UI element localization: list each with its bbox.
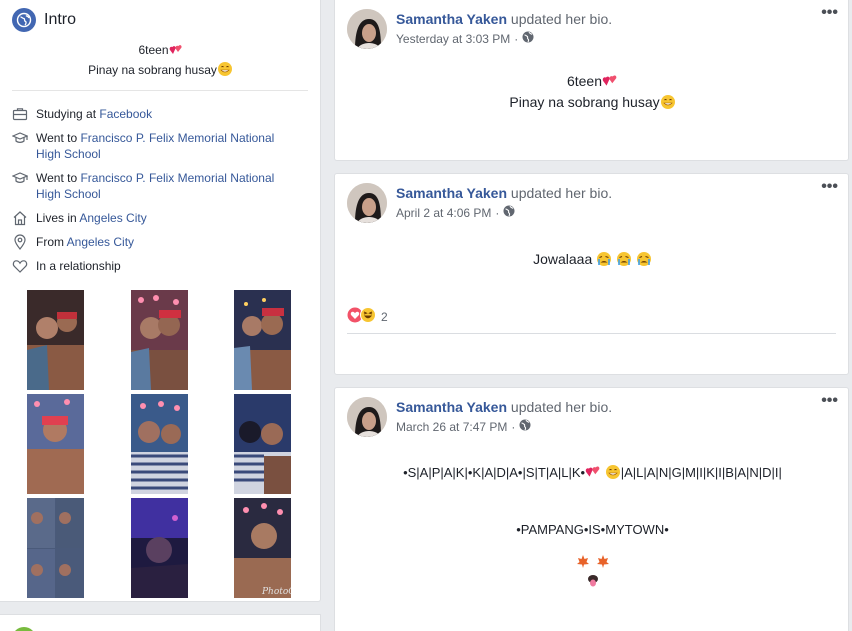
author-link[interactable]: Samantha Yaken	[396, 11, 507, 27]
avatar[interactable]	[347, 9, 387, 49]
next-section-card	[0, 614, 321, 631]
featured-photo[interactable]	[27, 394, 84, 494]
post-timestamp[interactable]: Yesterday at 3:03 PM	[396, 32, 510, 46]
grinning-emoji-icon	[605, 464, 621, 485]
post-action-text: updated her bio.	[510, 399, 613, 415]
featured-photo[interactable]	[234, 394, 291, 494]
public-globe-icon	[522, 31, 534, 46]
featured-photo[interactable]	[131, 394, 188, 494]
intro-title: Intro	[44, 11, 77, 28]
featured-photo[interactable]	[234, 290, 291, 390]
post-options-button[interactable]: •••	[821, 4, 838, 22]
relationship-text: In a relationship	[36, 259, 121, 273]
section-badge-icon	[12, 627, 36, 631]
grinning-emoji-icon	[217, 61, 233, 81]
avatar[interactable]	[347, 183, 387, 223]
reaction-count: 2	[381, 309, 388, 324]
post-timestamp[interactable]: April 2 at 4:06 PM	[396, 206, 491, 220]
post-body-line-2: Pinay na sobrang husay	[509, 94, 660, 110]
post-meta: April 2 at 4:06 PM ·	[396, 205, 515, 220]
post-options-button[interactable]: •••	[821, 178, 838, 196]
public-globe-icon	[503, 205, 515, 220]
heart-icon	[12, 258, 28, 274]
two-hearts-emoji-icon	[169, 43, 183, 61]
bio-line-1: 6teen	[138, 43, 169, 57]
crying-emoji-icon	[636, 251, 652, 271]
intro-card: Intro 6teen Pinay na sobrang husay Study…	[0, 0, 321, 602]
featured-photo[interactable]	[131, 290, 188, 390]
post-options-button[interactable]: •••	[821, 392, 838, 410]
facebook-link[interactable]: Facebook	[99, 107, 152, 121]
info-prefix: Went to	[36, 171, 81, 185]
post-meta: March 26 at 7:47 PM ·	[396, 419, 531, 434]
graduation-cap-icon	[12, 130, 28, 146]
featured-photo[interactable]	[131, 498, 188, 598]
post-action-text: updated her bio.	[510, 11, 613, 27]
lives-in-link[interactable]: Angeles City	[79, 211, 146, 225]
info-prefix: Went to	[36, 131, 81, 145]
crying-emoji-icon	[596, 251, 612, 271]
featured-photo[interactable]	[27, 290, 84, 390]
avatar[interactable]	[347, 397, 387, 437]
intro-header: Intro	[12, 8, 76, 32]
post-body-line-1: Jowalaaa	[533, 251, 593, 267]
info-relationship: In a relationship	[12, 258, 302, 274]
info-from: From Angeles City	[12, 234, 302, 250]
briefcase-icon	[12, 106, 28, 122]
post-meta: Yesterday at 3:03 PM ·	[396, 31, 534, 46]
featured-photos-grid: PhotoGrid	[27, 290, 292, 598]
haha-reaction-icon	[360, 307, 376, 326]
featured-photo[interactable]	[27, 498, 84, 598]
post-header: Samantha Yaken updated her bio.	[396, 185, 612, 201]
intro-bio: 6teen Pinay na sobrang husay	[0, 42, 321, 81]
info-school-1: Went to Francisco P. Felix Memorial Nati…	[12, 130, 302, 162]
bio-post: Samantha Yaken updated her bio. March 26…	[334, 387, 849, 631]
bio-post: Samantha Yaken updated her bio. Yesterda…	[334, 0, 849, 161]
info-school-2: Went to Francisco P. Felix Memorial Nati…	[12, 170, 302, 202]
home-icon	[12, 210, 28, 226]
photogrid-watermark: PhotoGrid	[261, 587, 291, 597]
grinning-emoji-icon	[660, 94, 676, 114]
post-header: Samantha Yaken updated her bio.	[396, 11, 612, 27]
two-hearts-emoji-icon	[602, 73, 618, 93]
intro-divider	[12, 90, 308, 91]
post-body-line-1b: |A|L|A|N|G|M|I|K|I|B|A|N|D|I|	[620, 465, 782, 480]
info-prefix: Lives in	[36, 211, 80, 225]
crying-emoji-icon	[616, 251, 632, 271]
graduation-cap-icon	[12, 170, 28, 186]
post-body: •S|A|P|A|K|•K|A|D|A•|S|T|A|L|K• |A|L|A|N…	[335, 464, 850, 594]
post-body: 6teen Pinay na sobrang husay	[335, 72, 850, 114]
globe-icon	[12, 8, 36, 32]
post-header: Samantha Yaken updated her bio.	[396, 399, 612, 415]
intro-info-list: Studying at Facebook Went to Francisco P…	[12, 106, 302, 282]
featured-photo[interactable]: PhotoGrid	[234, 498, 291, 598]
two-hearts-emoji-icon	[585, 464, 601, 485]
post-body-line-1a: •S|A|P|A|K|•K|A|D|A•|S|T|A|L|K•	[403, 465, 586, 480]
post-body-line-2: •PAMPANG•IS•MYTOWN•	[516, 522, 669, 537]
map-pin-icon	[12, 234, 28, 250]
bio-post: Samantha Yaken updated her bio. April 2 …	[334, 173, 849, 375]
post-body: Jowalaaa	[335, 250, 850, 271]
info-lives-in: Lives in Angeles City	[12, 210, 302, 226]
reaction-divider	[347, 333, 836, 334]
public-globe-icon	[519, 419, 531, 434]
post-action-text: updated her bio.	[510, 185, 613, 201]
reactions-summary[interactable]: 2	[347, 307, 388, 326]
maple-face-emoji-icon	[335, 553, 850, 594]
bio-line-2: Pinay na sobrang husay	[88, 63, 217, 77]
info-studying: Studying at Facebook	[12, 106, 302, 122]
post-body-line-1: 6teen	[566, 73, 603, 89]
author-link[interactable]: Samantha Yaken	[396, 399, 507, 415]
author-link[interactable]: Samantha Yaken	[396, 185, 507, 201]
info-prefix: From	[36, 235, 67, 249]
from-link[interactable]: Angeles City	[67, 235, 134, 249]
info-prefix: Studying at	[36, 107, 100, 121]
post-timestamp[interactable]: March 26 at 7:47 PM	[396, 420, 507, 434]
